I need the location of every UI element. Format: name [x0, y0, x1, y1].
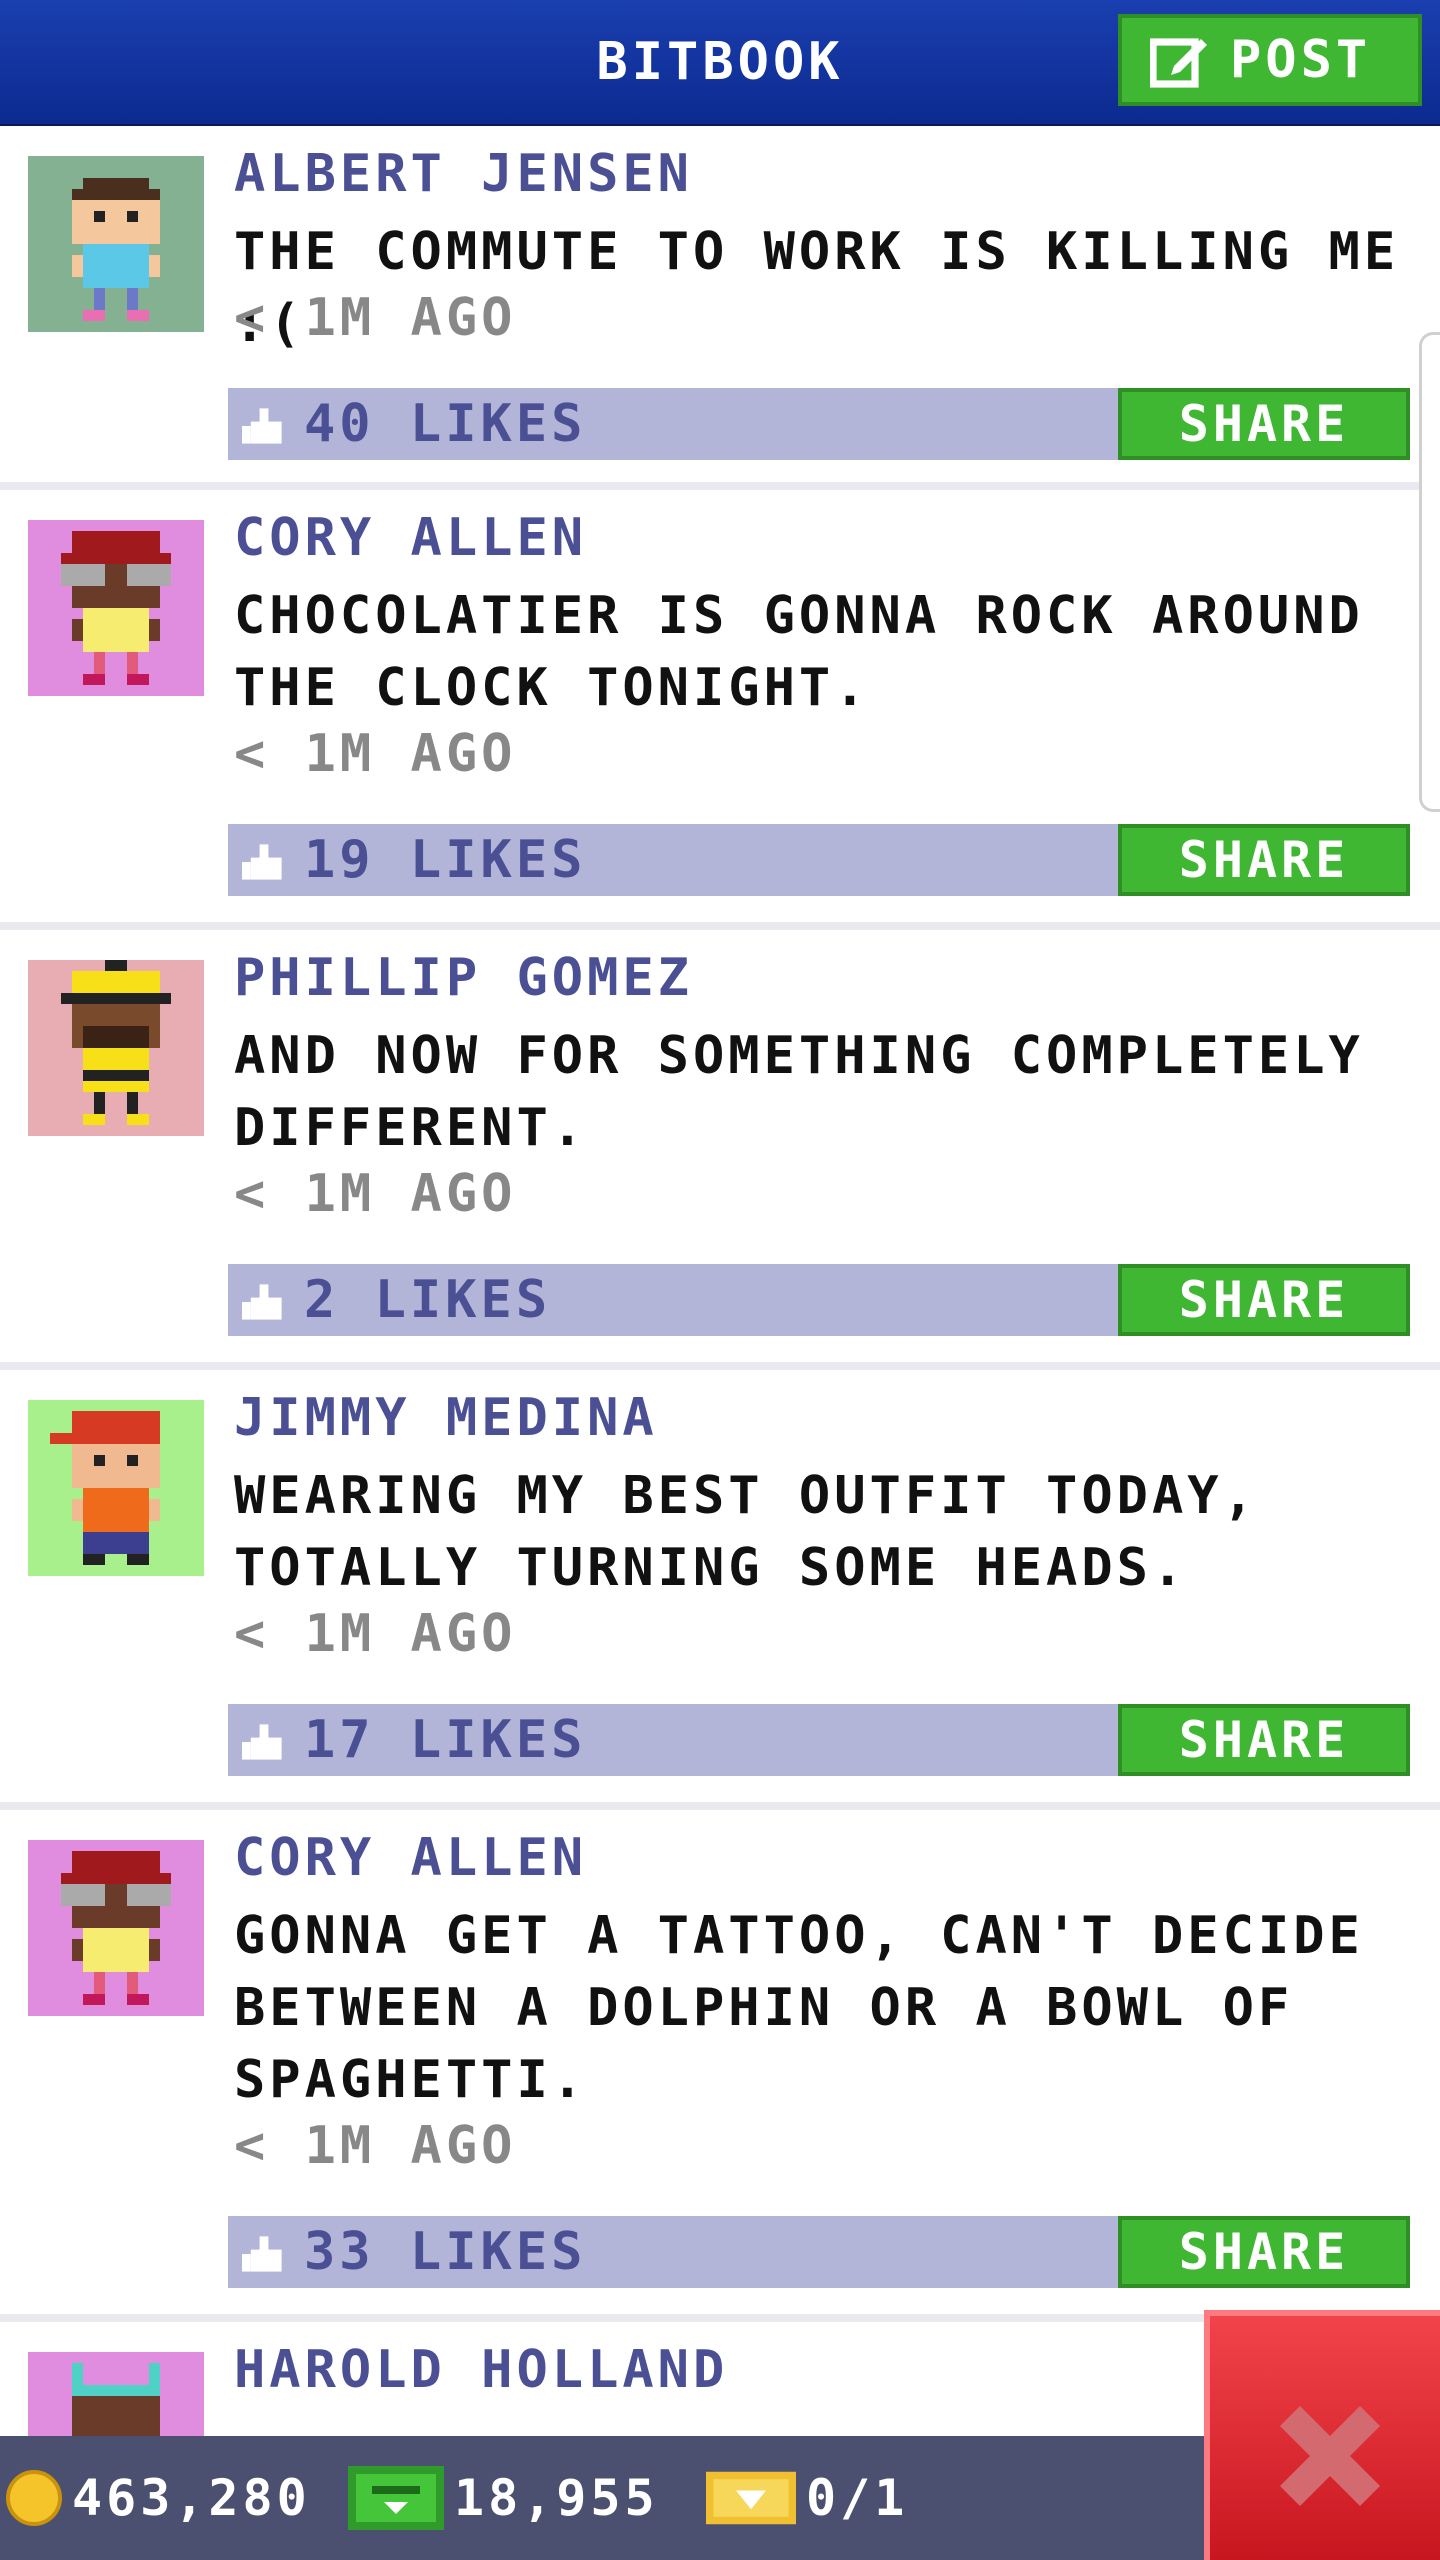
feed-post: CORY ALLEN CHOCOLATIER IS GONNA ROCK ARO…: [0, 490, 1440, 930]
edit-icon: [1150, 38, 1207, 88]
post-timestamp: < 1M AGO: [234, 1604, 517, 1664]
close-button[interactable]: [1204, 2310, 1440, 2560]
close-icon: [1280, 2406, 1380, 2506]
post-message: CHOCOLATIER IS GONNA ROCK AROUND THE CLO…: [234, 586, 1364, 718]
like-bar: 40 LIKES SHARE: [228, 388, 1410, 460]
tickets-value: 0/1: [806, 2469, 909, 2527]
feed-post: CORY ALLEN GONNA GET A TATTOO, CAN'T DEC…: [0, 1810, 1440, 2322]
like-count: 2 LIKES: [304, 1270, 552, 1330]
post-button[interactable]: POST: [1118, 14, 1422, 106]
coin-icon: [6, 2470, 62, 2526]
like-count: 17 LIKES: [304, 1710, 587, 1770]
bux-value: 18,955: [454, 2469, 659, 2527]
avatar-albert-jensen[interactable]: [28, 156, 204, 332]
avatar-cory-allen[interactable]: [28, 1840, 204, 2016]
avatar-phillip-gomez[interactable]: [28, 960, 204, 1136]
news-feed[interactable]: ALBERT JENSEN THE COMMUTE TO WORK IS KIL…: [0, 126, 1440, 2436]
like-bar: 19 LIKES SHARE: [228, 824, 1410, 896]
post-author[interactable]: PHILLIP GOMEZ: [234, 948, 693, 1008]
scroll-indicator[interactable]: [1419, 332, 1440, 812]
share-button[interactable]: SHARE: [1118, 388, 1410, 460]
bux-icon: [348, 2466, 444, 2530]
avatar-jimmy-medina[interactable]: [28, 1400, 204, 1576]
post-message: AND NOW FOR SOMETHING COMPLETELY DIFFERE…: [234, 1026, 1364, 1158]
share-button[interactable]: SHARE: [1118, 1704, 1410, 1776]
feed-post: JIMMY MEDINA WEARING MY BEST OUTFIT TODA…: [0, 1370, 1440, 1810]
thumbs-up-icon[interactable]: [242, 404, 286, 448]
feed-post: PHILLIP GOMEZ AND NOW FOR SOMETHING COMP…: [0, 930, 1440, 1370]
feed-post: ALBERT JENSEN THE COMMUTE TO WORK IS KIL…: [0, 126, 1440, 490]
post-button-label: POST: [1230, 30, 1372, 90]
post-author[interactable]: ALBERT JENSEN: [234, 144, 693, 204]
post-author[interactable]: HAROLD HOLLAND: [234, 2340, 728, 2400]
like-count: 19 LIKES: [304, 830, 587, 890]
avatar-cory-allen[interactable]: [28, 520, 204, 696]
tickets-stat: 0/1: [706, 2436, 908, 2560]
coins-stat: 463,280: [6, 2436, 311, 2560]
post-timestamp: < 1M AGO: [234, 2116, 517, 2176]
thumbs-up-icon[interactable]: [242, 1720, 286, 1764]
post-message: GONNA GET A TATTOO, CAN'T DECIDE BETWEEN…: [234, 1906, 1364, 2110]
coins-value: 463,280: [72, 2469, 311, 2527]
like-count: 40 LIKES: [304, 394, 587, 454]
thumbs-up-icon[interactable]: [242, 840, 286, 884]
share-button[interactable]: SHARE: [1118, 2216, 1410, 2288]
like-bar: 17 LIKES SHARE: [228, 1704, 1410, 1776]
post-author[interactable]: JIMMY MEDINA: [234, 1388, 658, 1448]
post-author[interactable]: CORY ALLEN: [234, 1828, 587, 1888]
share-button[interactable]: SHARE: [1118, 824, 1410, 896]
share-button[interactable]: SHARE: [1118, 1264, 1410, 1336]
avatar-harold-holland[interactable]: [28, 2352, 204, 2436]
post-timestamp: < 1M AGO: [234, 1164, 517, 1224]
post-author[interactable]: CORY ALLEN: [234, 508, 587, 568]
bux-stat: 18,955: [348, 2436, 659, 2560]
post-timestamp: < 1M AGO: [234, 288, 517, 348]
app-header: BITBOOK POST: [0, 0, 1440, 126]
post-message: WEARING MY BEST OUTFIT TODAY, TOTALLY TU…: [234, 1466, 1258, 1598]
like-bar: 2 LIKES SHARE: [228, 1264, 1410, 1336]
thumbs-up-icon[interactable]: [242, 2232, 286, 2276]
thumbs-up-icon[interactable]: [242, 1280, 286, 1324]
post-timestamp: < 1M AGO: [234, 724, 517, 784]
like-bar: 33 LIKES SHARE: [228, 2216, 1410, 2288]
like-count: 33 LIKES: [304, 2222, 587, 2282]
ticket-icon: [706, 2471, 796, 2525]
